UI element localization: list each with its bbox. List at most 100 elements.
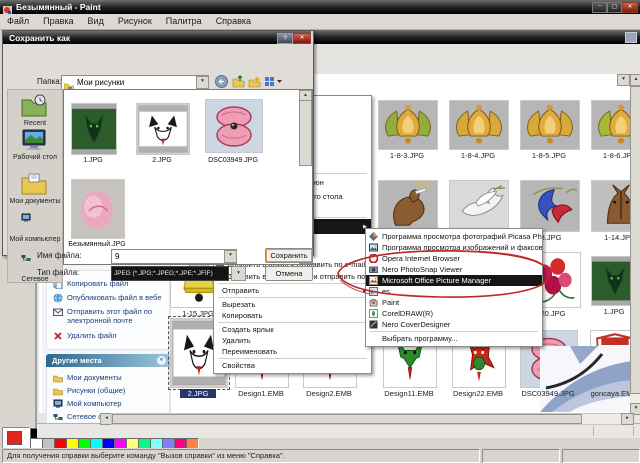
minimize-button[interactable]: – [592, 2, 607, 13]
recent-place-icon[interactable] [21, 94, 47, 118]
task-label: Мои документы [67, 373, 122, 382]
submenu-item[interactable]: Nero PhotoSnap Viewer [366, 264, 542, 275]
menu-separator [218, 297, 367, 298]
menu-separator [370, 331, 538, 332]
dialog-file-thumbnail[interactable] [205, 99, 263, 153]
menubar-item-Справка[interactable]: Справка [209, 14, 258, 29]
submenu-item[interactable]: Paint [366, 297, 542, 308]
explorer-vscroll-thumb[interactable] [630, 86, 640, 394]
submenu-item[interactable]: CorelDRAW(R) [366, 308, 542, 319]
filename-dropdown-arrow[interactable]: ▾ [224, 250, 237, 263]
menubar-item-Вид[interactable]: Вид [81, 14, 111, 29]
paint-menubar: Файл Правка Вид Рисунок Палитра Справка [0, 14, 640, 30]
menubar-item-Рисунок[interactable]: Рисунок [111, 14, 159, 29]
dialog-file-label[interactable]: DSC03949.JPG [188, 157, 278, 164]
file-item-thumbnail[interactable] [449, 100, 509, 150]
status-pane-3 [562, 449, 640, 463]
submenu-item[interactable]: Nero CoverDesigner [366, 319, 542, 330]
menu-item-отправить[interactable]: Отправить▶ [214, 285, 371, 296]
dialog-scroll-thumb[interactable] [299, 100, 312, 166]
explorer-column-button[interactable]: ▾ [617, 74, 630, 86]
collapse-chevron-icon[interactable]: « [157, 356, 166, 365]
task-delete-file[interactable]: Удалить файл [53, 331, 167, 341]
task-publish-file[interactable]: Опубликовать файл в вебе [53, 293, 167, 303]
submenu-item[interactable]: e es [366, 286, 542, 297]
explorer-hscroll-thumb[interactable] [112, 414, 582, 424]
explorer-vscroll-up[interactable]: ▴ [630, 74, 640, 86]
task-label: Удалить файл [67, 331, 117, 340]
desktop-place-icon[interactable] [21, 128, 47, 152]
place-label[interactable]: Recent [9, 120, 61, 128]
file-item-label[interactable]: 1-8-4.JPG [438, 151, 518, 160]
place-label[interactable]: Мои документы [9, 198, 61, 206]
submenu-item[interactable]: Программа просмотра фотографий Picasa Ph… [366, 231, 542, 242]
close-button[interactable]: ✕ [622, 2, 638, 13]
file-item-thumbnail[interactable] [449, 180, 509, 232]
place-3[interactable]: Мой компьютер [53, 399, 167, 409]
save-button[interactable]: Сохранить [265, 248, 313, 263]
explorer-window-button[interactable] [625, 32, 637, 43]
menu-item-копировать[interactable]: Копировать [214, 310, 371, 321]
dialog-file-label[interactable]: Безымянный.JPG [52, 241, 142, 248]
file-item-label[interactable]: 2.JPG [180, 389, 216, 398]
submenu-item[interactable]: Программа просмотра изображений и факсов [366, 242, 542, 253]
file-item-thumbnail[interactable] [378, 100, 438, 150]
submenu-item[interactable]: Opera Internet Browser [366, 253, 542, 264]
place-2[interactable]: Рисунки (общие) [53, 386, 167, 396]
cancel-button[interactable]: Отмена [265, 266, 313, 281]
file-item-label[interactable]: Design22.EMB [438, 389, 518, 398]
help-button[interactable]: ? [277, 33, 293, 44]
folder-value: Мои рисунки [77, 78, 125, 87]
status-message-pane: Для получения справки выберите команду "… [2, 449, 480, 463]
imgfax-icon [369, 243, 378, 252]
other-places-header[interactable]: Другие места « [46, 354, 170, 367]
dialog-file-thumbnail[interactable] [71, 179, 125, 239]
submenu-item-selected[interactable]: Microsoft Office Picture Manager [366, 275, 542, 286]
folder-label: Папка: [37, 77, 62, 86]
paint-app-icon [3, 2, 12, 15]
menu-item-свойства[interactable]: Свойства [214, 360, 371, 371]
dialog-close-button[interactable]: ✕ [293, 33, 311, 44]
menu-item-переименовать[interactable]: Переименовать [214, 346, 371, 357]
submenu-item[interactable]: Выбрать программу... [366, 333, 542, 344]
filetype-combobox[interactable]: JPEG (*.JPG;*.JPEG;*.JPE;*.JFIF) [111, 266, 229, 281]
menubar-item-Палитра[interactable]: Палитра [159, 14, 209, 29]
menu-item-вырезать[interactable]: Вырезать [214, 299, 371, 310]
dialog-file-thumbnail[interactable] [71, 103, 117, 155]
explorer-hscroll-right[interactable]: ▸ [621, 413, 634, 425]
file-item-label[interactable]: 1-8-3.JPG [367, 151, 447, 160]
opera-icon [369, 254, 378, 263]
task-email-file[interactable]: Отправить этот файл по электронной почте [53, 307, 167, 325]
dialog-file-thumbnail[interactable] [136, 103, 190, 155]
filetype-value: JPEG (*.JPG;*.JPEG;*.JPE;*.JFIF) [114, 270, 213, 277]
file-item-label[interactable]: Design11.EMB [369, 389, 449, 398]
file-item-label[interactable]: Design2.EMB [289, 389, 369, 398]
file-item-label[interactable]: 1-8-5.JPG [509, 151, 589, 160]
docs-place-icon[interactable] [21, 172, 47, 196]
picasa-icon [369, 232, 378, 241]
menu-item-создать[interactable]: Создать ярлык [214, 324, 371, 335]
filename-input[interactable]: 9 ▾ [111, 249, 237, 264]
menubar-item-Правка[interactable]: Правка [36, 14, 80, 29]
filetype-dropdown-arrow[interactable]: ▾ [231, 266, 246, 281]
file-item-thumbnail[interactable] [520, 180, 580, 232]
menu-item-удалить[interactable]: Удалить [214, 335, 371, 346]
task-label: Мой компьютер [67, 399, 122, 408]
paint-titlebar: Безымянный - Paint – ▢ ✕ [0, 0, 640, 15]
status-text: Для получения справки выберите команду "… [7, 451, 285, 460]
place-1[interactable]: Мои документы [53, 373, 167, 383]
statusbar-separator [593, 426, 594, 436]
selected-color-swatch [7, 431, 22, 445]
computer-place-icon[interactable] [21, 210, 47, 234]
menubar-item-Файл[interactable]: Файл [0, 14, 36, 29]
folder-dropdown-arrow[interactable]: ▾ [196, 76, 209, 89]
place-label[interactable]: Сетевое [9, 276, 61, 284]
folder-combobox[interactable]: Мои рисунки ▾ [61, 75, 209, 92]
dialog-title: Сохранить как [9, 33, 71, 43]
file-item-thumbnail[interactable] [378, 180, 438, 232]
computer-icon [53, 399, 63, 409]
screen: Безымянный - Paint – ▢ ✕ Файл Правка Вид Ри… [0, 0, 640, 464]
maximize-button[interactable]: ▢ [607, 2, 622, 13]
file-item-thumbnail[interactable] [520, 100, 580, 150]
web-icon [53, 293, 63, 303]
